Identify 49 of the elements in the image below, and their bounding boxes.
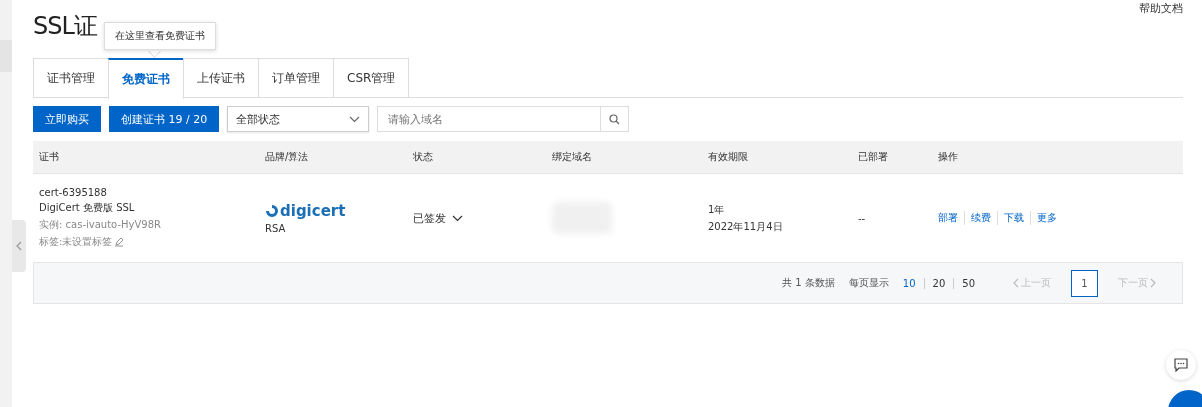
status-label: 已签发 — [413, 210, 446, 226]
edit-icon[interactable] — [114, 237, 125, 247]
chevron-right-icon — [1150, 278, 1156, 288]
instance-id: 实例: cas-ivauto-HyV98R — [39, 218, 162, 232]
search-field[interactable]: 请输入域名 — [377, 106, 602, 132]
chevron-down-icon — [349, 115, 361, 123]
action-link[interactable]: 续费 — [964, 211, 997, 225]
page-size-option[interactable]: 10 — [894, 277, 924, 289]
help-link[interactable]: 帮助文档 — [1139, 1, 1183, 16]
algorithm: RSA — [265, 223, 287, 234]
action-link[interactable]: 下载 — [997, 211, 1030, 225]
page-size-option[interactable]: 50 — [953, 277, 983, 289]
page-size-label: 每页显示 — [848, 276, 889, 290]
cert-name: DigiCert 免费版 SSL — [39, 201, 136, 215]
chat-button[interactable] — [1166, 350, 1196, 380]
column-header: 有效期限 — [707, 150, 749, 164]
chevron-down-icon[interactable] — [452, 214, 463, 222]
page-size-option[interactable]: 20 — [923, 277, 954, 289]
search-button[interactable] — [601, 106, 630, 132]
action-link[interactable]: 更多 — [1030, 211, 1063, 225]
status-dropdown[interactable]: 全部状态 — [227, 106, 370, 132]
tab[interactable]: 证书管理 — [33, 58, 109, 97]
buy-button[interactable]: 立即购买 — [33, 106, 101, 132]
validity: 1年 — [708, 202, 726, 217]
column-header: 证书 — [38, 150, 60, 164]
brand-logo-icon — [265, 204, 279, 218]
column-header: 状态 — [412, 150, 434, 164]
tag-label: 标签:未设置标签 — [39, 235, 113, 249]
column-header: 品牌/算法 — [264, 150, 310, 164]
tab[interactable]: 免费证书 — [108, 58, 184, 99]
expiry-date: 2022年11月4日 — [708, 219, 784, 234]
total-count: 共 1 条数据 — [782, 276, 835, 290]
deployed-value: -- — [858, 212, 867, 224]
create-button[interactable]: 创建证书 19 / 20 — [109, 106, 220, 132]
tab[interactable]: CSR管理 — [333, 58, 410, 97]
chat-icon — [1174, 358, 1188, 372]
chevron-left-icon — [1013, 278, 1019, 288]
chevron-left-icon — [16, 241, 22, 251]
cert-id: cert-6395188 — [39, 187, 108, 198]
page-title: SSL证 — [33, 11, 97, 42]
column-header: 已部署 — [857, 150, 889, 164]
collapse-handle[interactable] — [12, 220, 26, 272]
page-number[interactable]: 1 — [1071, 269, 1098, 297]
column-header: 绑定域名 — [551, 150, 593, 164]
action-link[interactable]: 部署 — [938, 211, 964, 225]
tooltip: 在这里查看免费证书 — [104, 22, 216, 50]
brand-logo: digicert — [280, 202, 346, 220]
search-icon — [609, 113, 621, 125]
column-header: 操作 — [937, 150, 959, 164]
